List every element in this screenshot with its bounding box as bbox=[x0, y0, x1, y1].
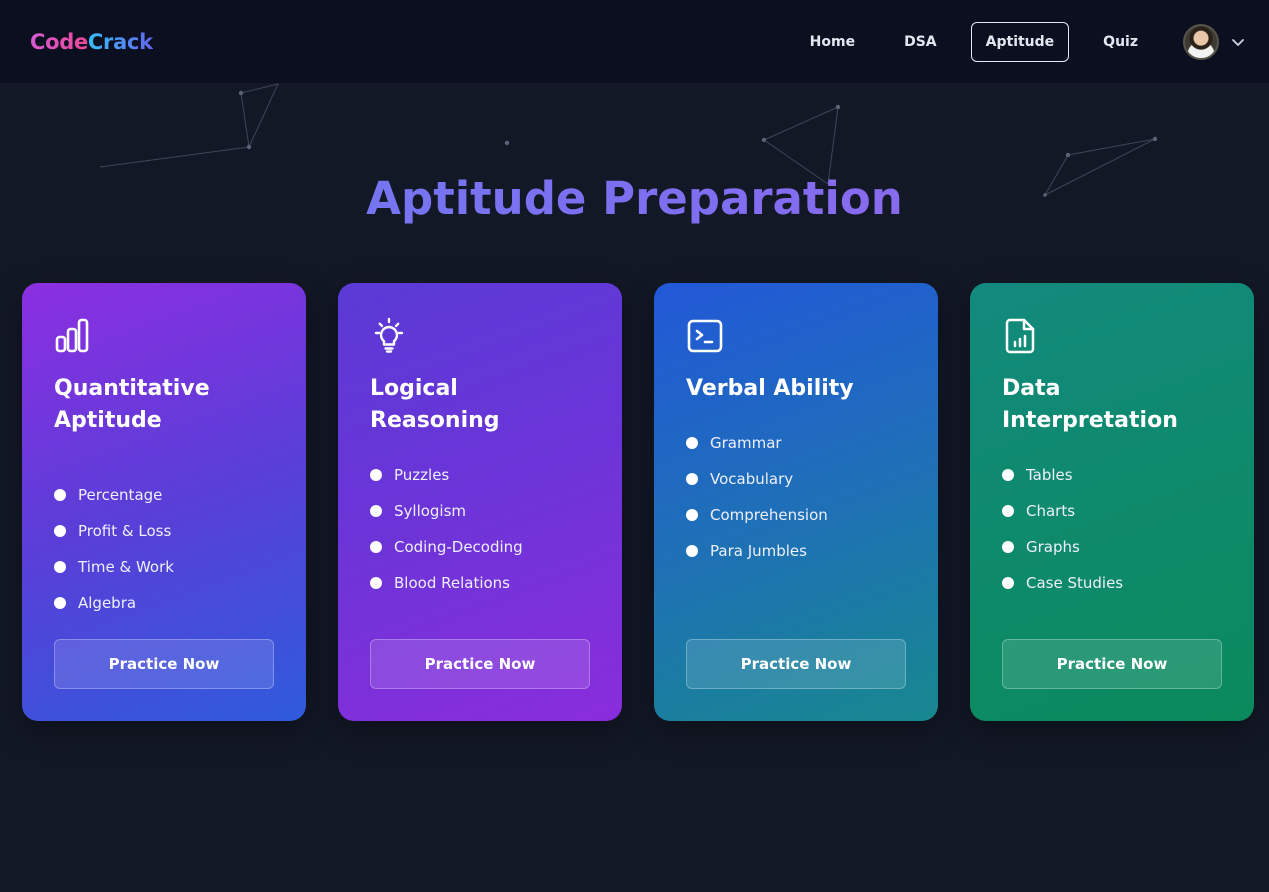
card-title: Quantitative Aptitude bbox=[54, 373, 274, 437]
category-cards: Quantitative Aptitude Percentage Profit … bbox=[22, 283, 1254, 721]
topic-label: Syllogism bbox=[394, 502, 467, 520]
bullet-dot-icon bbox=[686, 437, 698, 449]
topic-item: Algebra bbox=[54, 585, 274, 621]
bullet-dot-icon bbox=[54, 525, 66, 537]
navbar: Code Crack Home DSA Aptitude Quiz bbox=[0, 0, 1269, 83]
topic-item: Blood Relations bbox=[370, 565, 590, 601]
bullet-dot-icon bbox=[370, 541, 382, 553]
topic-label: Profit & Loss bbox=[78, 522, 172, 540]
topic-item: Syllogism bbox=[370, 493, 590, 529]
card-title: Verbal Ability bbox=[686, 373, 906, 405]
topic-item: Profit & Loss bbox=[54, 513, 274, 549]
topic-label: Coding-Decoding bbox=[394, 538, 523, 556]
bullet-dot-icon bbox=[686, 545, 698, 557]
topic-label: Vocabulary bbox=[710, 470, 794, 488]
card-logical-reasoning: Logical Reasoning Puzzles Syllogism Codi… bbox=[338, 283, 622, 721]
bullet-dot-icon bbox=[686, 509, 698, 521]
topic-label: Grammar bbox=[710, 434, 782, 452]
topic-item: Tables bbox=[1002, 457, 1222, 493]
bullet-dot-icon bbox=[370, 577, 382, 589]
nav-link-quiz[interactable]: Quiz bbox=[1088, 22, 1153, 62]
topic-item: Puzzles bbox=[370, 457, 590, 493]
practice-now-button[interactable]: Practice Now bbox=[1002, 639, 1222, 689]
practice-now-button[interactable]: Practice Now bbox=[54, 639, 274, 689]
bullet-dot-icon bbox=[370, 469, 382, 481]
nav-link-dsa[interactable]: DSA bbox=[889, 22, 952, 62]
topic-item: Comprehension bbox=[686, 497, 906, 533]
bullet-dot-icon bbox=[686, 473, 698, 485]
brand-logo[interactable]: Code Crack bbox=[30, 30, 153, 54]
topic-item: Time & Work bbox=[54, 549, 274, 585]
chevron-down-icon[interactable] bbox=[1231, 35, 1245, 49]
card-title-line1: Logical Reasoning bbox=[370, 376, 500, 433]
topic-item: Graphs bbox=[1002, 529, 1222, 565]
card-title: Data Interpretation bbox=[1002, 373, 1222, 437]
practice-now-button[interactable]: Practice Now bbox=[686, 639, 906, 689]
bullet-dot-icon bbox=[370, 505, 382, 517]
topic-label: Time & Work bbox=[78, 558, 174, 576]
nav-link-home[interactable]: Home bbox=[795, 22, 870, 62]
bullet-dot-icon bbox=[54, 489, 66, 501]
topic-label: Algebra bbox=[78, 594, 137, 612]
topic-item: Charts bbox=[1002, 493, 1222, 529]
card-title-line1: Quantitative bbox=[54, 376, 210, 401]
bullet-dot-icon bbox=[1002, 577, 1014, 589]
nav-link-aptitude[interactable]: Aptitude bbox=[970, 21, 1070, 62]
file-chart-icon bbox=[1005, 318, 1035, 354]
topic-item: Percentage bbox=[54, 477, 274, 513]
bar-chart-icon bbox=[55, 318, 89, 353]
topic-item: Para Jumbles bbox=[686, 533, 906, 569]
card-data-interpretation: Data Interpretation Tables Charts Graphs… bbox=[970, 283, 1254, 721]
card-title: Logical Reasoning bbox=[370, 373, 590, 437]
topic-label: Percentage bbox=[78, 486, 163, 504]
topic-list: Tables Charts Graphs Case Studies bbox=[1002, 457, 1222, 601]
topic-list: Grammar Vocabulary Comprehension Para Ju… bbox=[686, 425, 906, 569]
topic-label: Para Jumbles bbox=[710, 542, 807, 560]
topic-list: Puzzles Syllogism Coding-Decoding Blood … bbox=[370, 457, 590, 601]
brand-logo-part2: Crack bbox=[87, 29, 153, 54]
topic-label: Comprehension bbox=[710, 506, 828, 524]
terminal-icon bbox=[687, 319, 723, 353]
brand-logo-part1: Code bbox=[30, 29, 88, 54]
card-verbal-ability: Verbal Ability Grammar Vocabulary Compre… bbox=[654, 283, 938, 721]
topic-label: Graphs bbox=[1026, 538, 1080, 556]
topic-label: Blood Relations bbox=[394, 574, 510, 592]
topic-label: Tables bbox=[1026, 466, 1073, 484]
nav-menu: Home DSA Aptitude Quiz bbox=[776, 21, 1245, 62]
bullet-dot-icon bbox=[54, 561, 66, 573]
bullet-dot-icon bbox=[54, 597, 66, 609]
bullet-dot-icon bbox=[1002, 541, 1014, 553]
topic-item: Vocabulary bbox=[686, 461, 906, 497]
topic-label: Puzzles bbox=[394, 466, 450, 484]
card-title-line1: Verbal Ability bbox=[686, 376, 854, 401]
bullet-dot-icon bbox=[1002, 505, 1014, 517]
topic-item: Coding-Decoding bbox=[370, 529, 590, 565]
topic-label: Charts bbox=[1026, 502, 1076, 520]
card-title-line1: Data Interpretation bbox=[1002, 376, 1178, 433]
lightbulb-icon bbox=[374, 317, 404, 353]
user-avatar[interactable] bbox=[1183, 23, 1219, 60]
topic-list: Percentage Profit & Loss Time & Work Alg… bbox=[54, 477, 274, 621]
page-title: Aptitude Preparation bbox=[0, 172, 1269, 225]
bullet-dot-icon bbox=[1002, 469, 1014, 481]
topic-label: Case Studies bbox=[1026, 574, 1124, 592]
card-title-line2: Aptitude bbox=[54, 408, 162, 433]
card-quantitative-aptitude: Quantitative Aptitude Percentage Profit … bbox=[22, 283, 306, 721]
practice-now-button[interactable]: Practice Now bbox=[370, 639, 590, 689]
topic-item: Case Studies bbox=[1002, 565, 1222, 601]
topic-item: Grammar bbox=[686, 425, 906, 461]
